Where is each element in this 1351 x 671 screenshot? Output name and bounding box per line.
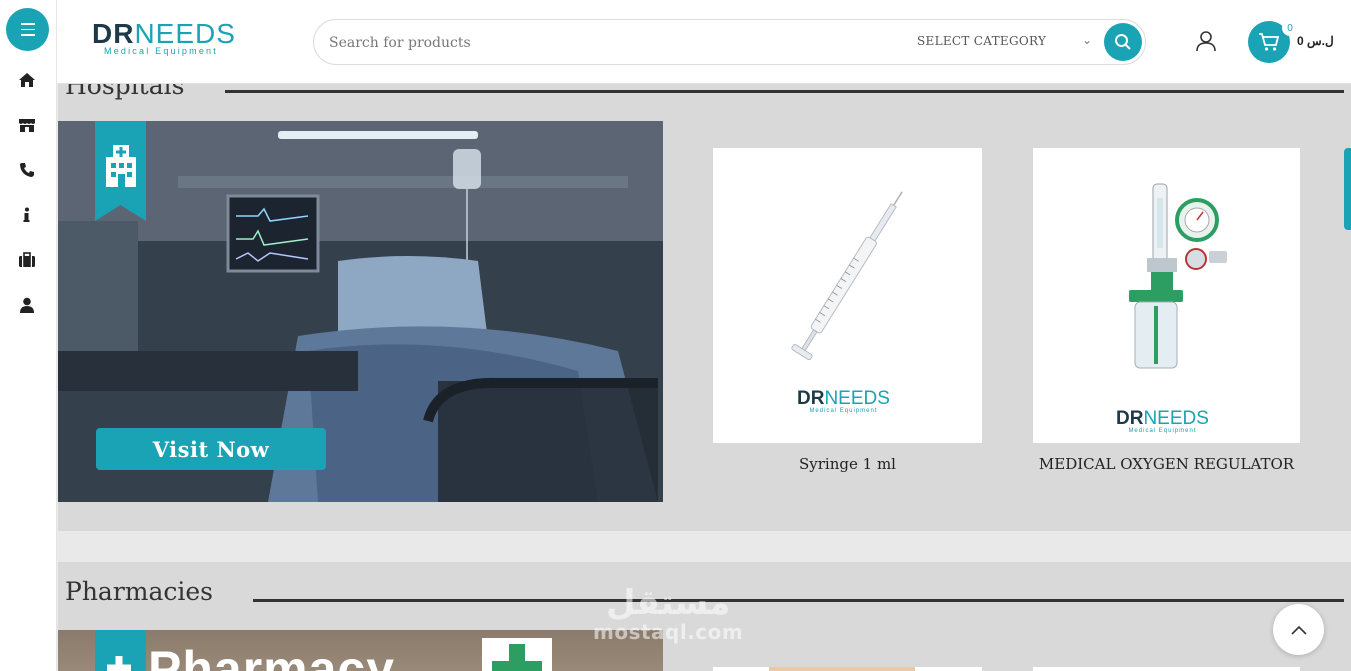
product-name[interactable]: MEDICAL OXYGEN REGULATOR [1033, 455, 1300, 473]
product-name[interactable]: Syringe 1 ml [713, 455, 982, 473]
pharmacies-banner[interactable]: Pharmacy [58, 630, 663, 671]
section-divider [253, 599, 1344, 602]
chevron-down-icon[interactable]: ⌄ [1082, 33, 1092, 47]
logo-text: DRNEEDS [92, 18, 236, 49]
visit-now-button[interactable]: Visit Now [96, 428, 326, 470]
hospitals-banner[interactable]: Visit Now [58, 121, 663, 502]
search-input[interactable] [329, 32, 869, 54]
hamburger-icon [20, 21, 35, 38]
oxygen-regulator-image [1129, 183, 1227, 369]
cart-total: 0 ل.س [1297, 34, 1334, 48]
product-logo: DRNEEDS Medical Equipment [797, 388, 890, 414]
product-logo: DRNEEDS Medical Equipment [1116, 408, 1209, 434]
product-card[interactable]: DRNEEDS Medical Equipment [1033, 148, 1300, 443]
watermark: مستقل mostaql.com [593, 583, 744, 644]
product-card[interactable] [1033, 667, 1300, 671]
home-icon[interactable] [17, 71, 37, 89]
chevron-up-icon [1290, 625, 1307, 635]
info-icon[interactable] [17, 206, 37, 224]
hospitals-section: Hospitals Visit Now DRNEEDS Medical Equi… [58, 71, 1351, 531]
logo[interactable]: DRNEEDS Medical Equipment [92, 20, 257, 62]
cart-count-badge: 0 [1282, 20, 1298, 36]
phone-icon[interactable] [17, 161, 37, 179]
product-card[interactable] [713, 667, 982, 671]
briefcase-icon[interactable] [17, 251, 37, 269]
user-icon[interactable] [17, 296, 37, 314]
search-button[interactable] [1104, 23, 1142, 61]
cart-icon [1259, 33, 1280, 51]
hospital-icon [106, 145, 136, 187]
pharmacy-sign-text: Pharmacy [148, 641, 396, 671]
category-select[interactable]: SELECT CATEGORY [917, 34, 1046, 48]
section-title: Pharmacies [65, 577, 214, 606]
account-icon[interactable] [1195, 30, 1219, 54]
search-icon [1115, 34, 1131, 50]
store-icon[interactable] [17, 116, 37, 134]
menu-toggle-button[interactable] [6, 8, 49, 51]
header: DRNEEDS Medical Equipment SELECT CATEGOR… [57, 0, 1351, 84]
sidebar [0, 0, 57, 671]
pharmacy-ribbon [95, 630, 146, 671]
pharmacy-sign [482, 638, 552, 671]
product-card[interactable]: DRNEEDS Medical Equipment [713, 148, 982, 443]
pharmacy-cross-icon [492, 644, 542, 671]
search-bar: SELECT CATEGORY ⌄ [313, 19, 1146, 65]
side-panel-tab[interactable] [1344, 148, 1351, 230]
scroll-to-top-button[interactable] [1273, 604, 1324, 655]
plus-icon [107, 656, 131, 671]
section-divider [225, 90, 1344, 93]
